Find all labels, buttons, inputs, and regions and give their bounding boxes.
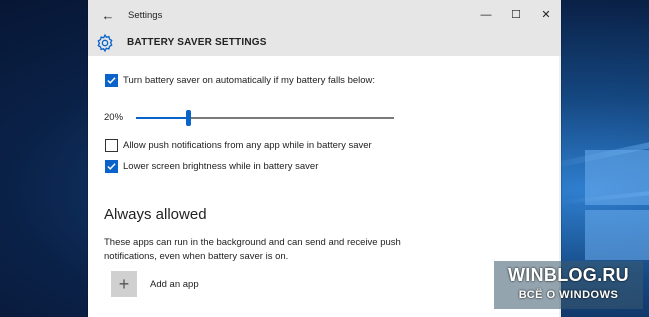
add-app-button[interactable]: + (111, 271, 137, 297)
title-bar: ← Settings — ☐ ✕ (88, 0, 561, 32)
page-title: BATTERY SAVER SETTINGS (127, 37, 267, 48)
lower-brightness-label: Lower screen brightness while in battery… (123, 161, 319, 172)
close-button[interactable]: ✕ (533, 4, 559, 26)
always-allowed-heading: Always allowed (104, 206, 207, 223)
settings-window: ← Settings — ☐ ✕ BATTERY SAVER SETTINGS … (88, 0, 561, 317)
page-header: BATTERY SAVER SETTINGS (88, 32, 561, 56)
watermark-badge: WINBLOG.RU ВСЁ О WINDOWS (494, 261, 643, 309)
add-app-label[interactable]: Add an app (150, 279, 199, 290)
auto-battery-saver-label: Turn battery saver on automatically if m… (123, 75, 376, 86)
maximize-button[interactable]: ☐ (503, 4, 529, 26)
watermark-line2: ВСЁ О WINDOWS (518, 289, 619, 301)
auto-battery-saver-checkbox[interactable] (105, 74, 118, 87)
checkmark-icon (107, 163, 116, 170)
push-notifications-checkbox[interactable] (105, 139, 118, 152)
checkmark-icon (107, 77, 116, 84)
windows-logo-pane (585, 150, 649, 205)
slider-fill (136, 117, 188, 119)
slider-thumb[interactable] (186, 110, 191, 126)
threshold-value-label: 20% (104, 112, 124, 123)
push-notifications-label: Allow push notifications from any app wh… (123, 140, 372, 151)
watermark-line1: WINBLOG.RU (508, 265, 629, 285)
minimize-button[interactable]: — (473, 4, 499, 26)
battery-threshold-slider[interactable] (136, 110, 394, 126)
plus-icon: + (118, 274, 130, 294)
gear-icon (97, 33, 113, 53)
lower-brightness-checkbox[interactable] (105, 160, 118, 173)
window-title: Settings (128, 10, 163, 21)
windows-logo-pane (585, 210, 649, 260)
always-allowed-description: These apps can run in the background and… (104, 237, 401, 262)
back-arrow-icon[interactable]: ← (100, 8, 116, 24)
